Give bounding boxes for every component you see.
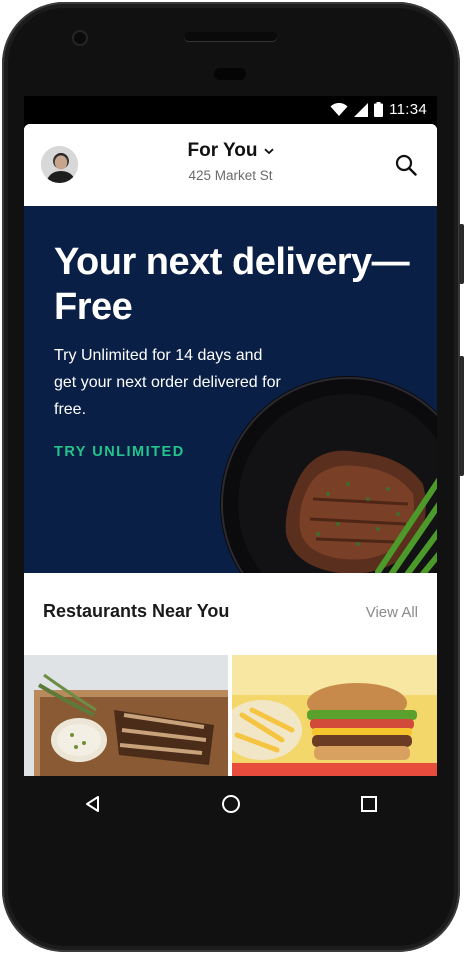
recents-square-icon[interactable] xyxy=(360,795,378,813)
app-content: For You 425 Market St Your next delivery… xyxy=(24,124,437,776)
chevron-down-icon xyxy=(263,148,274,154)
promo-banner[interactable]: Your next delivery—Free Try Unlimited fo… xyxy=(24,206,437,573)
promo-headline: Your next delivery—Free xyxy=(54,241,410,328)
restaurant-card[interactable] xyxy=(24,655,228,776)
restaurants-section-header: Restaurants Near You View All xyxy=(24,573,437,655)
screen: 11:34 For You 425 Market St Your next de… xyxy=(24,96,437,776)
steak-plate-image xyxy=(220,376,437,573)
wifi-icon xyxy=(330,102,348,116)
location-selector[interactable]: For You 425 Market St xyxy=(24,140,437,183)
try-unlimited-link[interactable]: TRY UNLIMITED xyxy=(54,444,185,460)
search-icon[interactable] xyxy=(395,154,417,176)
volume-button xyxy=(459,356,464,476)
home-circle-icon[interactable] xyxy=(221,794,241,814)
status-time: 11:34 xyxy=(389,101,427,118)
restaurant-cards xyxy=(24,655,437,776)
proximity-sensor xyxy=(214,68,246,80)
feed-title: For You xyxy=(187,140,258,161)
delivery-address: 425 Market St xyxy=(188,168,273,183)
power-button xyxy=(459,224,464,284)
front-camera xyxy=(74,32,86,44)
battery-icon xyxy=(374,102,384,117)
status-bar: 11:34 xyxy=(24,96,437,124)
view-all-link[interactable]: View All xyxy=(366,604,418,621)
earpiece-speaker xyxy=(184,32,277,41)
section-title: Restaurants Near You xyxy=(43,601,230,621)
restaurant-card[interactable] xyxy=(232,655,437,776)
cell-signal-icon xyxy=(354,102,369,117)
back-triangle-icon[interactable] xyxy=(84,795,102,813)
grilled-dish-image xyxy=(24,655,228,776)
android-nav-bar xyxy=(24,776,437,832)
top-header: For You 425 Market St xyxy=(24,124,437,206)
burger-image xyxy=(232,655,437,776)
